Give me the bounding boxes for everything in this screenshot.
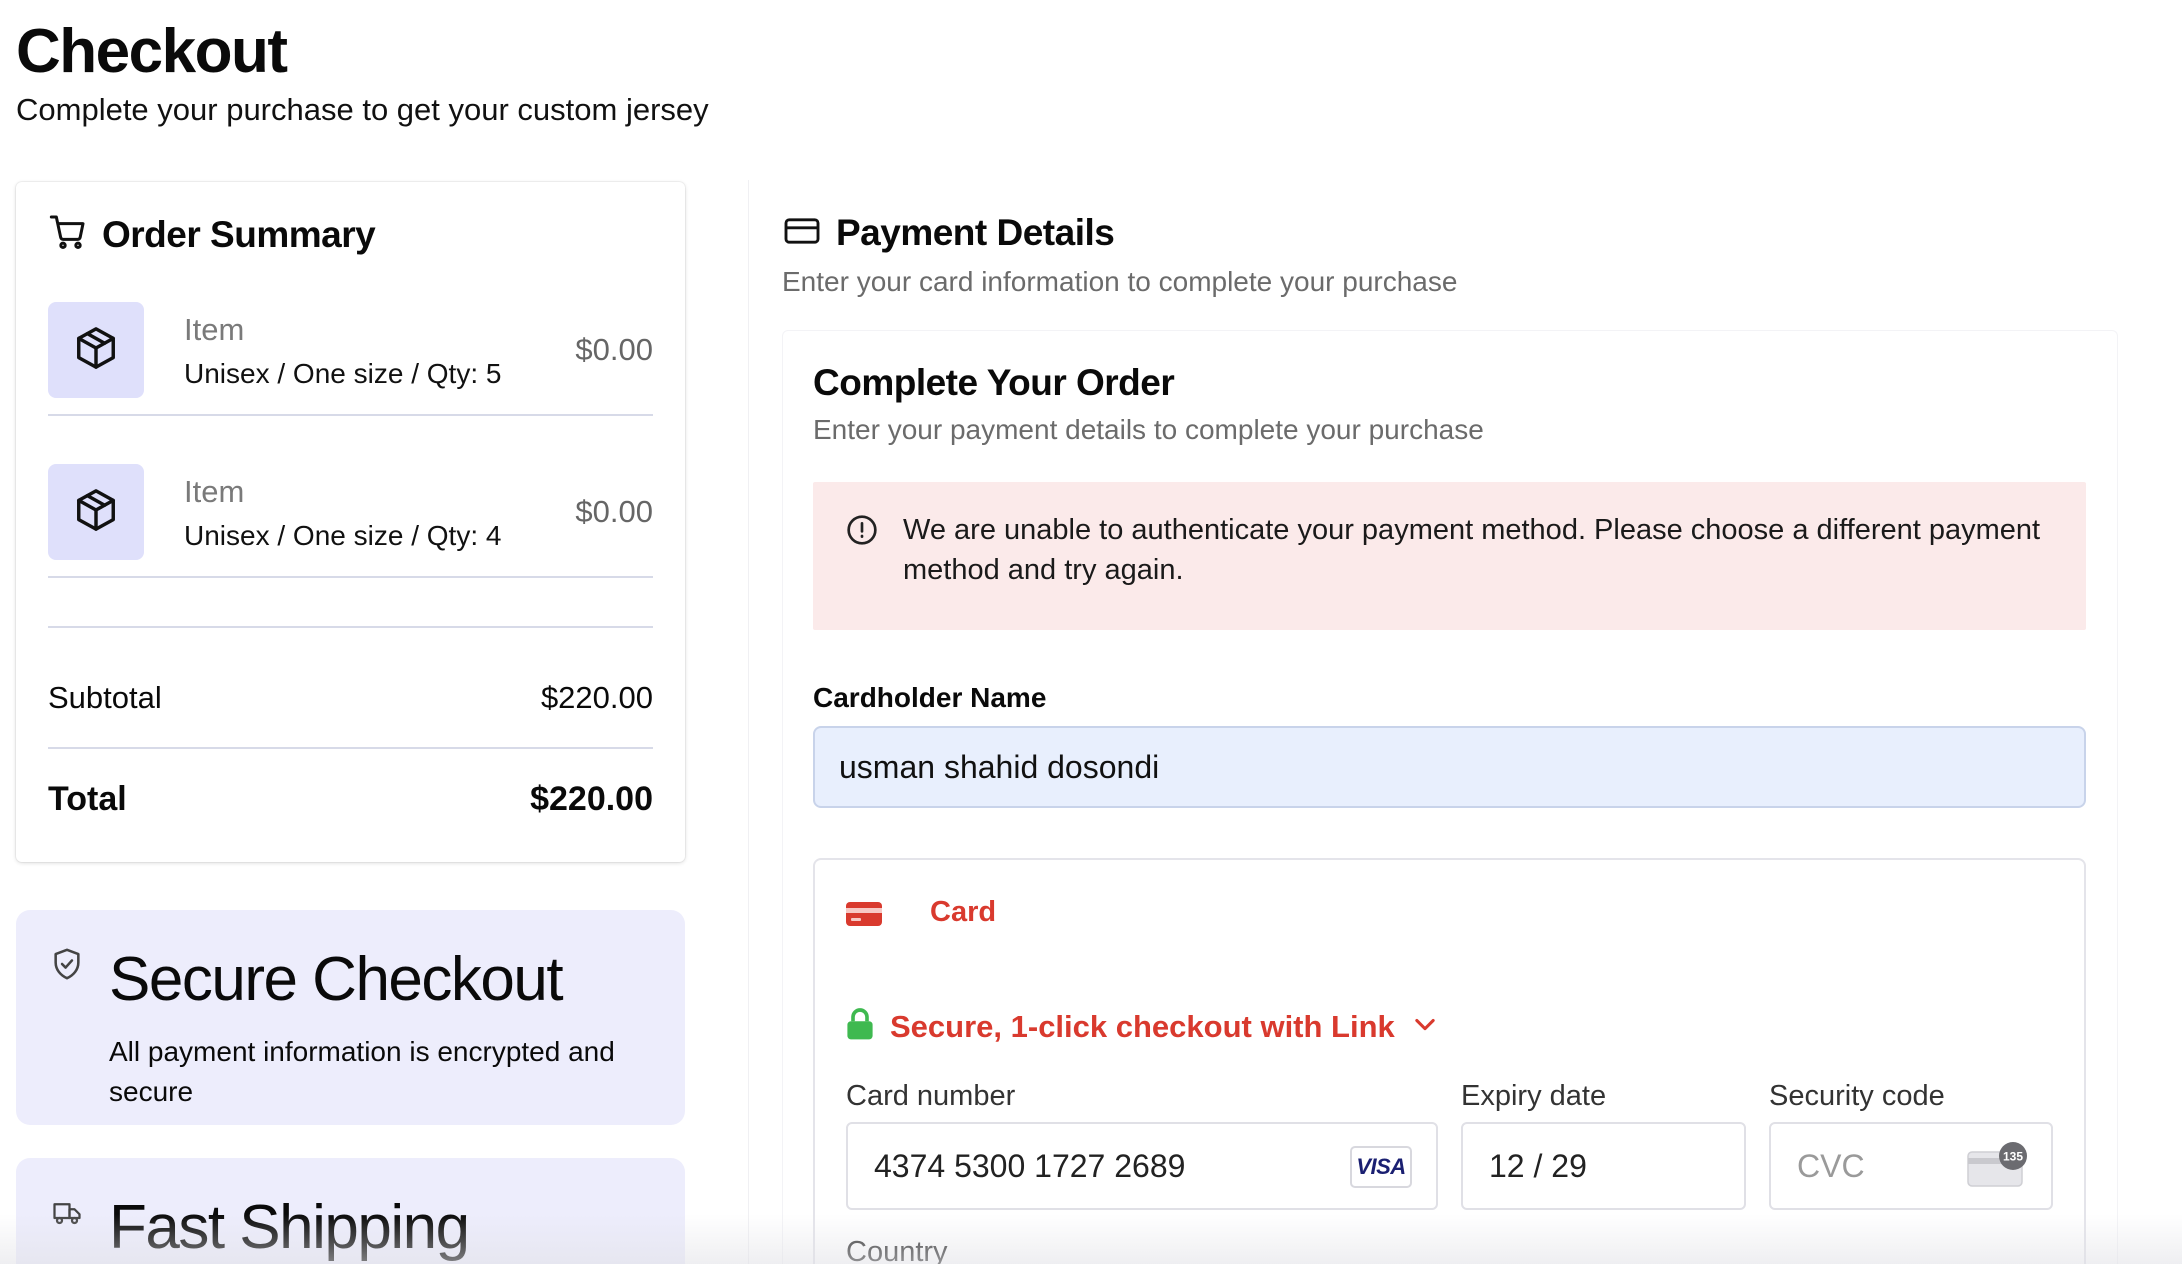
item-thumbnail (48, 302, 144, 398)
complete-order-title: Complete Your Order (813, 362, 1175, 403)
card-number-label: Card number (846, 1080, 1016, 1112)
truck-icon (50, 1198, 84, 1233)
package-icon (73, 325, 119, 376)
subtotal-value: $220.00 (540, 680, 653, 715)
fast-shipping-title: Fast Shipping (109, 1193, 470, 1262)
summary-divider (48, 747, 653, 749)
secure-checkout-text: All payment information is encrypted and… (109, 1036, 615, 1107)
item-variant: Unisex / One size / Qty: 4 (184, 520, 502, 551)
credit-card-icon (782, 215, 822, 252)
order-summary-title: Order Summary (102, 213, 376, 255)
complete-order-subtitle: Enter your payment details to complete y… (813, 414, 1484, 445)
order-summary-header: Order Summary (48, 212, 376, 257)
payment-details-title: Payment Details (836, 212, 1115, 253)
item-price: $0.00 (575, 332, 653, 367)
chevron-down-icon[interactable] (1411, 1010, 1439, 1043)
total-value: $220.00 (530, 780, 653, 818)
package-icon (73, 487, 119, 538)
payment-details-header: Payment Details (782, 212, 1115, 254)
item-thumbnail (48, 464, 144, 560)
item-variant: Unisex / One size / Qty: 5 (184, 358, 502, 389)
cvc-card-icon: 135 (1966, 1142, 2030, 1195)
cart-icon (48, 212, 88, 257)
expiry-date-label: Expiry date (1461, 1080, 1607, 1112)
order-summary-card: Order Summary Item Unisex / One size / Q… (16, 182, 685, 862)
order-item: Item Unisex / One size / Qty: 4 $0.00 (48, 464, 653, 578)
shield-check-icon (50, 946, 84, 987)
payment-error-alert: We are unable to authenticate your payme… (813, 482, 2086, 630)
cvc-badge-text: 135 (2003, 1150, 2023, 1164)
card-tab-label[interactable]: Card (930, 896, 996, 929)
link-checkout-toggle[interactable]: Secure, 1-click checkout with Link (846, 1007, 1439, 1046)
payment-details-subtitle: Enter your card information to complete … (782, 266, 1458, 297)
cardholder-name-label: Cardholder Name (813, 682, 1047, 713)
alert-circle-icon (846, 514, 878, 551)
security-code-label: Security code (1769, 1080, 1945, 1112)
lock-icon (846, 1007, 874, 1046)
order-item: Item Unisex / One size / Qty: 5 $0.00 (48, 302, 653, 416)
link-checkout-text[interactable]: Secure, 1-click checkout with Link (890, 1009, 1395, 1045)
item-price: $0.00 (575, 494, 653, 529)
fast-shipping-card: Fast Shipping (16, 1158, 685, 1264)
visa-brand-icon: VISA (1350, 1146, 1412, 1188)
secure-checkout-title: Secure Checkout (109, 945, 564, 1014)
card-tab-icon[interactable] (846, 900, 882, 933)
item-name: Item (184, 474, 245, 509)
expiry-date-input[interactable] (1461, 1122, 1746, 1210)
subtotal-label: Subtotal (48, 680, 162, 715)
page-subtitle: Complete your purchase to get your custo… (16, 92, 709, 127)
summary-divider (48, 626, 653, 628)
country-label: Country (846, 1236, 948, 1264)
item-name: Item (184, 312, 245, 347)
total-label: Total (48, 780, 127, 818)
cardholder-name-input[interactable] (813, 726, 2086, 808)
payment-error-message: We are unable to authenticate your payme… (903, 514, 2041, 586)
page-title: Checkout (16, 17, 288, 86)
secure-checkout-card: Secure Checkout All payment information … (16, 910, 685, 1125)
